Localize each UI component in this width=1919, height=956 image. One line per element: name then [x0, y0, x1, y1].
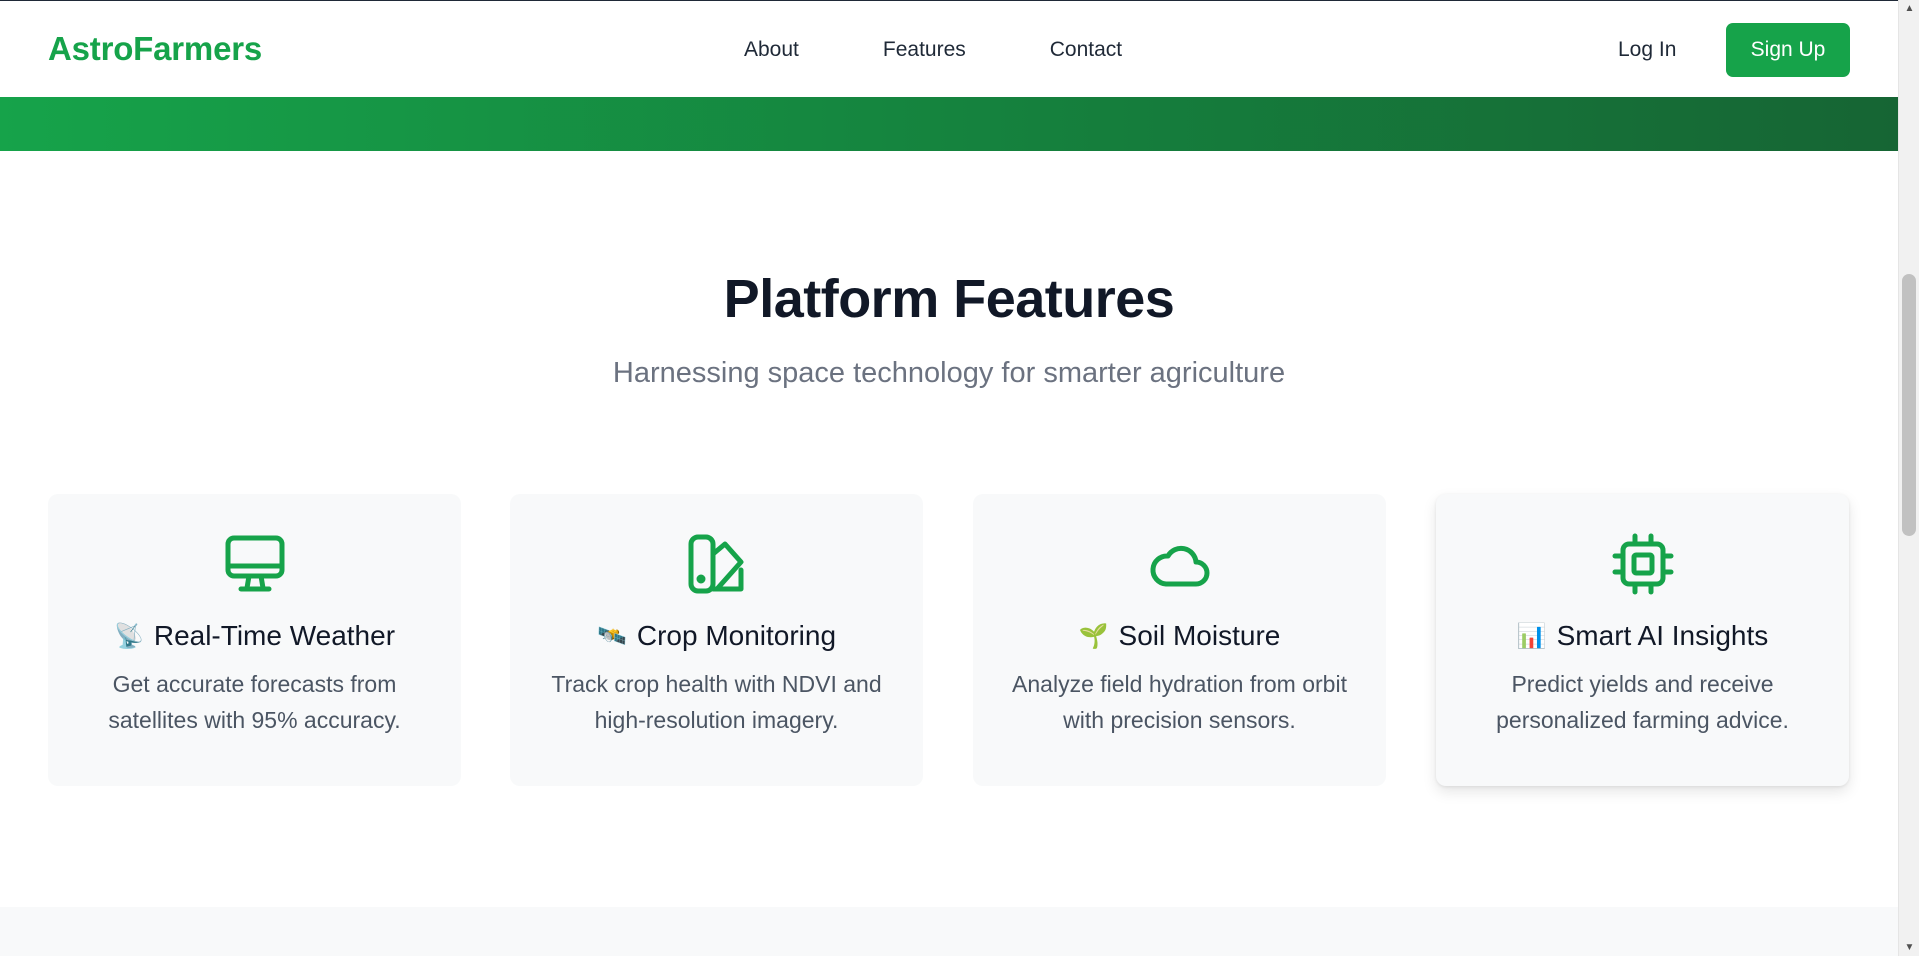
- brand-logo[interactable]: AstroFarmers: [48, 30, 262, 68]
- signup-button[interactable]: Sign Up: [1726, 23, 1850, 77]
- nav-link-features[interactable]: Features: [883, 38, 966, 62]
- nav-links: About Features Contact: [744, 1, 1122, 98]
- section-subtitle: Harnessing space technology for smarter …: [612, 357, 1286, 389]
- feature-card-soil[interactable]: 🌱 Soil Moisture Analyze field hydration …: [973, 494, 1386, 786]
- card-title: 🛰️ Crop Monitoring: [597, 620, 836, 652]
- card-title: 📊 Smart AI Insights: [1517, 620, 1769, 652]
- card-description: Predict yields and receive personalized …: [1496, 671, 1789, 733]
- cloud-icon: [1148, 532, 1212, 596]
- nav-link-about[interactable]: About: [744, 38, 799, 62]
- card-title: 📡 Real-Time Weather: [114, 620, 395, 652]
- login-link[interactable]: Log In: [1618, 1, 1676, 98]
- card-title-text: Soil Moisture: [1118, 620, 1281, 651]
- card-description: Get accurate forecasts from satellites w…: [108, 671, 401, 733]
- feature-card-crop[interactable]: 🛰️ Crop Monitoring Track crop health wit…: [510, 494, 923, 786]
- card-description: Analyze field hydration from orbit with …: [1012, 671, 1347, 733]
- card-title-text: Crop Monitoring: [636, 620, 837, 651]
- section-title: Platform Features: [723, 269, 1175, 329]
- card-title: 🌱 Soil Moisture: [1079, 620, 1281, 652]
- bar-chart-icon: 📊: [1516, 622, 1547, 650]
- satellite-dish-icon: 📡: [113, 622, 144, 650]
- vertical-scrollbar[interactable]: ▲ ▼: [1898, 0, 1919, 956]
- swatch-icon: [685, 532, 749, 596]
- hero-banner-strip: [0, 97, 1898, 151]
- monitor-icon: [223, 532, 287, 596]
- scrollbar-thumb[interactable]: [1902, 274, 1916, 536]
- page: AstroFarmers About Features Contact Log …: [0, 0, 1898, 956]
- seedling-icon: 🌱: [1078, 622, 1109, 650]
- card-title-text: Real-Time Weather: [153, 620, 396, 651]
- nav-link-contact[interactable]: Contact: [1050, 38, 1122, 62]
- feature-card-ai[interactable]: 📊 Smart AI Insights Predict yields and r…: [1436, 494, 1849, 786]
- card-title-text: Smart AI Insights: [1556, 620, 1769, 651]
- scroll-down-arrow-icon[interactable]: ▼: [1899, 939, 1919, 956]
- card-description: Track crop health with NDVI and high-res…: [551, 671, 882, 733]
- next-section-band: [0, 907, 1898, 956]
- satellite-icon: 🛰️: [596, 622, 627, 650]
- scroll-up-arrow-icon[interactable]: ▲: [1899, 0, 1919, 17]
- navbar: AstroFarmers About Features Contact Log …: [0, 0, 1898, 97]
- cpu-chip-icon: [1611, 532, 1675, 596]
- feature-card-weather[interactable]: 📡 Real-Time Weather Get accurate forecas…: [48, 494, 461, 786]
